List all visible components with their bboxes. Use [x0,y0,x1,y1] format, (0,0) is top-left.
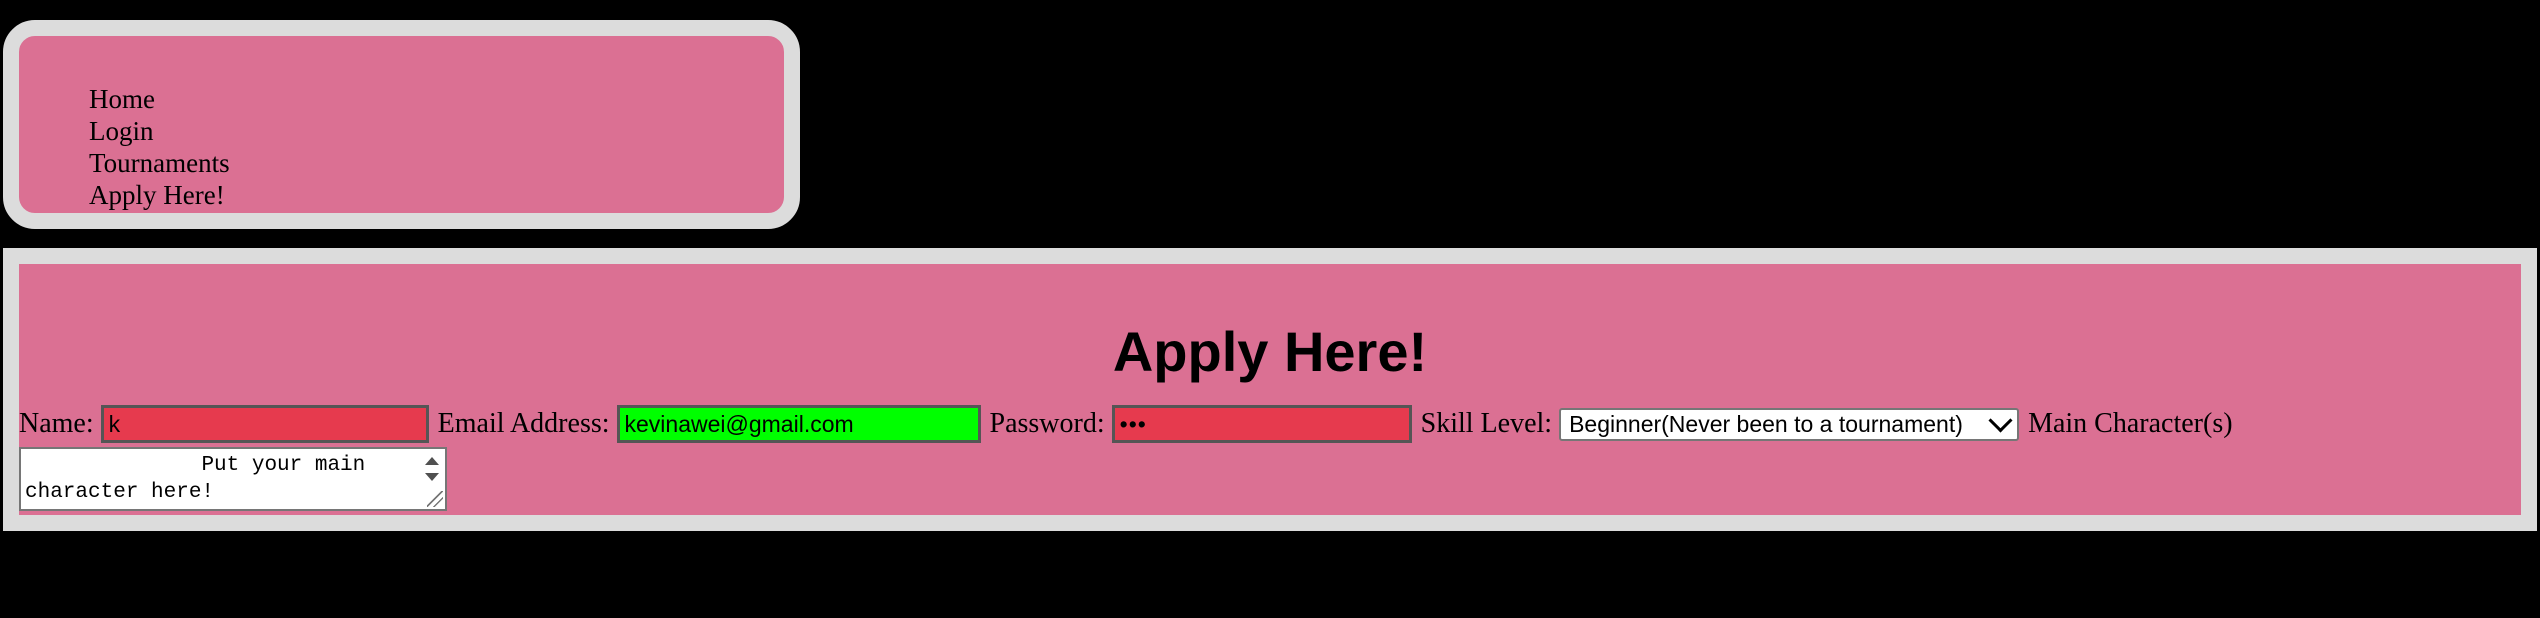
email-input[interactable] [616,405,981,443]
nav-panel: Home Login Tournaments Apply Here! [3,20,800,229]
nav-list: Home Login Tournaments Apply Here! [89,83,230,211]
nav-item-apply[interactable]: Apply Here! [89,179,230,211]
password-input[interactable] [1111,405,1412,443]
main-character-textarea[interactable]: Put your main character here! [19,447,447,511]
scroll-up-icon[interactable] [425,457,439,465]
skill-level-label: Skill Level: [1420,408,1553,439]
skill-level-select[interactable]: Beginner(Never been to a tournament) [1559,407,2020,441]
nav-item-home[interactable]: Home [89,83,230,115]
chevron-down-icon [1988,407,2013,433]
nav-item-tournaments[interactable]: Tournaments [89,147,230,179]
nav-item-login[interactable]: Login [89,115,230,147]
resize-handle-icon[interactable] [427,491,443,507]
application-panel: Apply Here! Name: Email Address: Passwor… [3,248,2537,531]
main-character-text: Put your main character here! [25,454,378,504]
name-input[interactable] [100,405,429,443]
name-label: Name: [19,408,94,439]
application-form: Name: Email Address: Password: Skill Lev… [19,404,2240,444]
page-title: Apply Here! [1112,320,1428,383]
skill-level-selected: Beginner(Never been to a tournament) [1569,410,1963,437]
scroll-down-icon[interactable] [425,473,439,481]
main-character-label: Main Character(s) [2028,408,2233,439]
email-label: Email Address: [437,408,610,439]
password-label: Password: [989,408,1105,439]
